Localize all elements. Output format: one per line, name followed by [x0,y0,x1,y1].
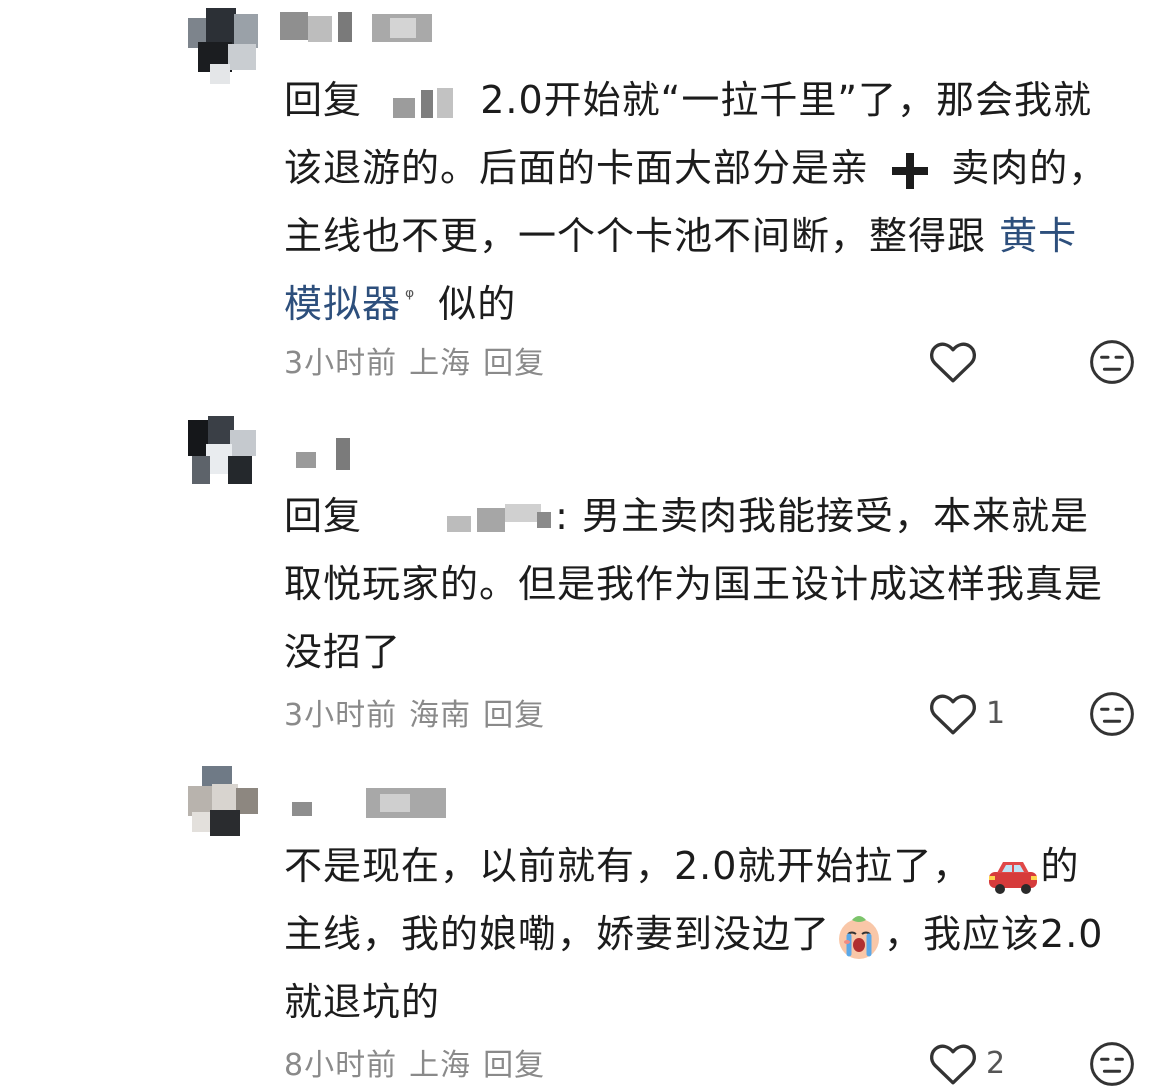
search-superscript-icon: ᵠ [405,285,416,310]
comment-actions [898,338,1158,388]
time: 8小时前 [284,1048,398,1083]
reply-button[interactable]: 回复 [483,1048,545,1083]
like-button[interactable]: 2 [928,1040,1005,1086]
heart-outline-icon [930,1044,976,1085]
colon: : [555,494,569,538]
comment-text: 不是现在，以前就有，2.0就开始拉了， [284,844,972,888]
heart-outline-icon [930,694,976,735]
reply-button[interactable]: 回复 [483,698,545,733]
comment-text: 似的 [438,282,517,326]
time: 3小时前 [284,346,398,381]
comment-actions: 1 [898,690,1158,740]
dislike-button[interactable] [1088,338,1136,390]
location: 上海 [409,346,472,381]
comment-meta: 8小时前 上海 回复 [284,1040,557,1084]
like-button[interactable]: 1 [928,690,1005,736]
meh-face-icon [1090,692,1134,736]
comment-meta: 3小时前 海南 回复 [284,690,557,734]
avatar[interactable] [188,8,260,84]
like-count: 1 [986,695,1006,731]
like-button[interactable] [928,338,986,384]
red-car-emoji [985,849,1041,894]
heavy-plus-emoji [892,152,929,189]
avatar[interactable] [188,416,260,488]
reply-button[interactable]: 回复 [483,346,545,381]
time: 3小时前 [284,698,398,733]
dislike-button[interactable] [1088,1040,1136,1092]
reply-target-blurred[interactable] [387,502,555,536]
like-count: 2 [986,1045,1006,1081]
location: 上海 [409,1048,472,1083]
comment-meta: 3小时前 上海 回复 [284,338,557,382]
reply-prefix: 回复 [284,78,363,122]
reply-prefix: 回复 [284,494,363,538]
comment-body: 不是现在，以前就有，2.0就开始拉了， 的主线，我的娘嘞，娇妻到没边了 ，我应该… [284,832,1114,1036]
dislike-button[interactable] [1088,690,1136,742]
reply-target-blurred[interactable] [387,86,467,120]
avatar[interactable] [188,766,260,838]
comment-body: 回复 : 男主卖肉我能接受，本来就是取悦玩家的。但是我作为国王设计成这样我真是没… [284,482,1114,686]
heart-outline-icon [930,342,976,383]
location: 海南 [409,698,472,733]
comment-body: 回复 2.0开始就“一拉千里”了，那会我就该退游的。后面的卡面大部分是亲 卖肉的… [284,66,1114,338]
meh-face-icon [1090,1042,1134,1086]
meh-face-icon [1090,340,1134,384]
comment-actions: 2 [898,1040,1158,1090]
crying-face-emoji [834,912,884,962]
